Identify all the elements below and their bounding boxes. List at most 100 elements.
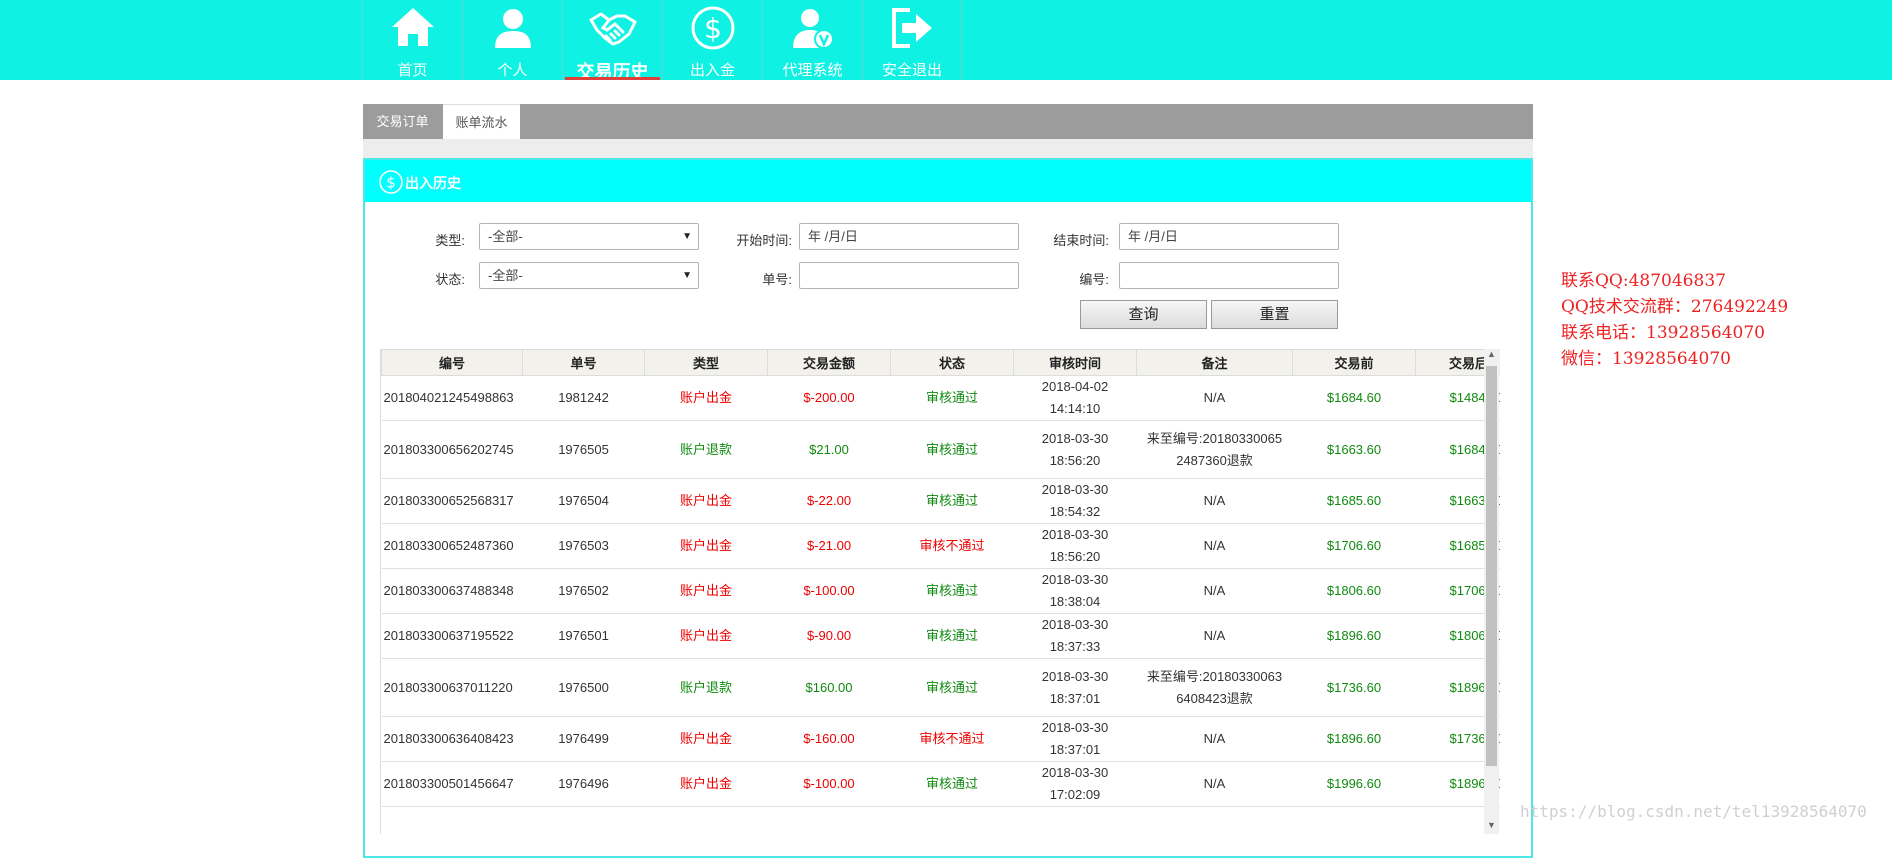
nav-item-agent-system[interactable]: 代理系统 [762, 0, 862, 80]
nav-label: 出入金 [689, 62, 735, 79]
audit-time: 18:54:32 [1049, 504, 1101, 519]
table-header-row: 编号 单号 类型 交易金额 状态 审核时间 备注 交易前 交易后 [381, 349, 1500, 376]
table-row: 201803300636408423 1976499 账户出金 $-160.00 审核不… [381, 716, 1500, 762]
serial-no-input[interactable] [1119, 262, 1339, 289]
end-date-placeholder: 年 /月/日 [1128, 229, 1178, 244]
scroll-down-icon[interactable]: ▼ [1484, 820, 1499, 834]
cell-amount: $-100.00 [767, 568, 891, 614]
watermark: https://blog.csdn.net/tel13928564070 [1520, 802, 1867, 821]
audit-date: 2018-04-02 [1041, 379, 1109, 394]
end-time-label: 结束时间: [1053, 233, 1109, 248]
cell-status: 审核通过 [890, 658, 1014, 717]
audit-date: 2018-03-30 [1041, 430, 1109, 446]
scroll-up-icon[interactable]: ▲ [1484, 349, 1499, 363]
cell-id: 201803300501456647 [381, 761, 523, 807]
table-row: 201803300637011220 1976500 账户退款 $160.00 审核通过… [381, 658, 1500, 717]
col-header-id[interactable]: 编号 [381, 349, 523, 376]
col-header-amount[interactable]: 交易金额 [767, 349, 891, 376]
cell-type: 账户出金 [644, 761, 768, 807]
tab-trade-orders[interactable]: 交易订单 [363, 104, 442, 139]
nav-item-trade-history[interactable]: 交易历史 [562, 0, 662, 82]
serial-no-label: 编号: [1079, 272, 1109, 287]
cell-id: 201803300656202745 [381, 420, 523, 479]
cell-audit-time: 2018-04-02 14:14:10 [1013, 375, 1137, 421]
cell-order: 1976496 [522, 761, 645, 807]
status-select[interactable]: -全部- ▼ [479, 262, 699, 289]
cell-audit-time: 2018-03-30 18:37:33 [1013, 613, 1137, 659]
nav-item-personal[interactable]: 个人 [462, 0, 562, 80]
end-date-input[interactable]: 年 /月/日 [1119, 223, 1339, 250]
nav-label: 首页 [397, 62, 428, 79]
col-header-status[interactable]: 状态 [890, 349, 1014, 376]
cell-amount: $-200.00 [767, 375, 891, 421]
audit-date: 2018-03-30 [1041, 482, 1109, 497]
type-select[interactable]: -全部- ▼ [479, 223, 699, 250]
scroll-thumb[interactable] [1486, 366, 1497, 766]
cell-id: 201803300652568317 [381, 478, 523, 524]
cell-audit-time: 2018-03-30 18:37:01 [1013, 658, 1137, 717]
cell-type: 账户出金 [644, 716, 768, 762]
cell-status: 审核通过 [890, 375, 1014, 421]
cell-audit-time: 2018-03-30 18:54:32 [1013, 478, 1137, 524]
history-table: 编号 单号 类型 交易金额 状态 审核时间 备注 交易前 交易后 2018040… [381, 349, 1500, 807]
status-label: 状态: [435, 272, 465, 287]
col-header-audit-time[interactable]: 审核时间 [1013, 349, 1137, 376]
cell-id: 201803300637488348 [381, 568, 523, 614]
audit-time: 18:37:33 [1049, 639, 1101, 654]
order-no-input[interactable] [799, 262, 1019, 289]
cell-before: $1996.60 [1292, 761, 1416, 807]
table-scrollbar[interactable]: ▲ ▼ [1484, 349, 1499, 834]
cell-status: 审核通过 [890, 568, 1014, 614]
nav-label: 个人 [497, 62, 528, 79]
cell-order: 1976505 [522, 420, 645, 479]
cell-amount: $-160.00 [767, 716, 891, 762]
contact-qq: 联系QQ:487046837 [1561, 271, 1726, 291]
col-header-note[interactable]: 备注 [1136, 349, 1293, 376]
nav-item-logout[interactable]: 安全退出 [862, 0, 962, 80]
reset-button[interactable]: 重置 [1211, 300, 1338, 329]
user-icon [494, 9, 531, 48]
col-header-order[interactable]: 单号 [522, 349, 645, 376]
svg-text:$: $ [704, 12, 722, 45]
nav-item-deposit-withdraw[interactable]: $ 出入金 [662, 0, 762, 80]
cell-before: $1685.60 [1292, 478, 1416, 524]
contact-phone: 联系电话：13928564070 [1561, 323, 1765, 343]
cell-amount: $21.00 [767, 420, 891, 479]
cell-id: 201803300637195522 [381, 613, 523, 659]
start-date-input[interactable]: 年 /月/日 [799, 223, 1019, 250]
cell-audit-time: 2018-03-30 18:37:01 [1013, 716, 1137, 762]
cell-status: 审核不通过 [890, 523, 1014, 569]
cell-note: N/A [1136, 761, 1293, 807]
cell-note: N/A [1136, 523, 1293, 569]
sub-tabs: 交易订单 账单流水 [363, 104, 1533, 139]
sub-tabs-band [363, 139, 1533, 158]
audit-date: 2018-03-30 [1041, 720, 1109, 735]
cell-order: 1976504 [522, 478, 645, 524]
nav-item-home[interactable]: 首页 [362, 0, 462, 80]
table-body: 201804021245498863 1981242 账户出金 $-200.00 审核通… [381, 375, 1500, 807]
query-button[interactable]: 查询 [1080, 300, 1207, 329]
col-header-before[interactable]: 交易前 [1292, 349, 1416, 376]
type-label: 类型: [435, 233, 465, 248]
audit-date: 2018-03-30 [1041, 617, 1109, 632]
cell-amount: $-100.00 [767, 761, 891, 807]
audit-date: 2018-03-30 [1041, 668, 1109, 684]
dollar-icon: $ [691, 6, 734, 50]
audit-time: 14:14:10 [1049, 401, 1101, 416]
cell-type: 账户退款 [644, 658, 768, 717]
cell-order: 1981242 [522, 375, 645, 421]
col-header-type[interactable]: 类型 [644, 349, 768, 376]
tab-bill-flow[interactable]: 账单流水 [443, 104, 520, 139]
dropdown-arrow-icon: ▼ [682, 231, 692, 242]
cell-before: $1896.60 [1292, 716, 1416, 762]
cell-type: 账户出金 [644, 568, 768, 614]
table-row: 201803300637195522 1976501 账户出金 $-90.00 审核通过… [381, 613, 1500, 659]
start-date-placeholder: 年 /月/日 [808, 229, 858, 244]
cell-note: N/A [1136, 375, 1293, 421]
table-row: 201803300652568317 1976504 账户出金 $-22.00 审核通过… [381, 478, 1500, 524]
cell-before: $1736.60 [1292, 658, 1416, 717]
table-row: 201803300652487360 1976503 账户出金 $-21.00 审核不通… [381, 523, 1500, 569]
cell-audit-time: 2018-03-30 18:56:20 [1013, 523, 1137, 569]
contact-qq-group: QQ技术交流群：276492249 [1561, 297, 1789, 317]
cell-amount: $-21.00 [767, 523, 891, 569]
